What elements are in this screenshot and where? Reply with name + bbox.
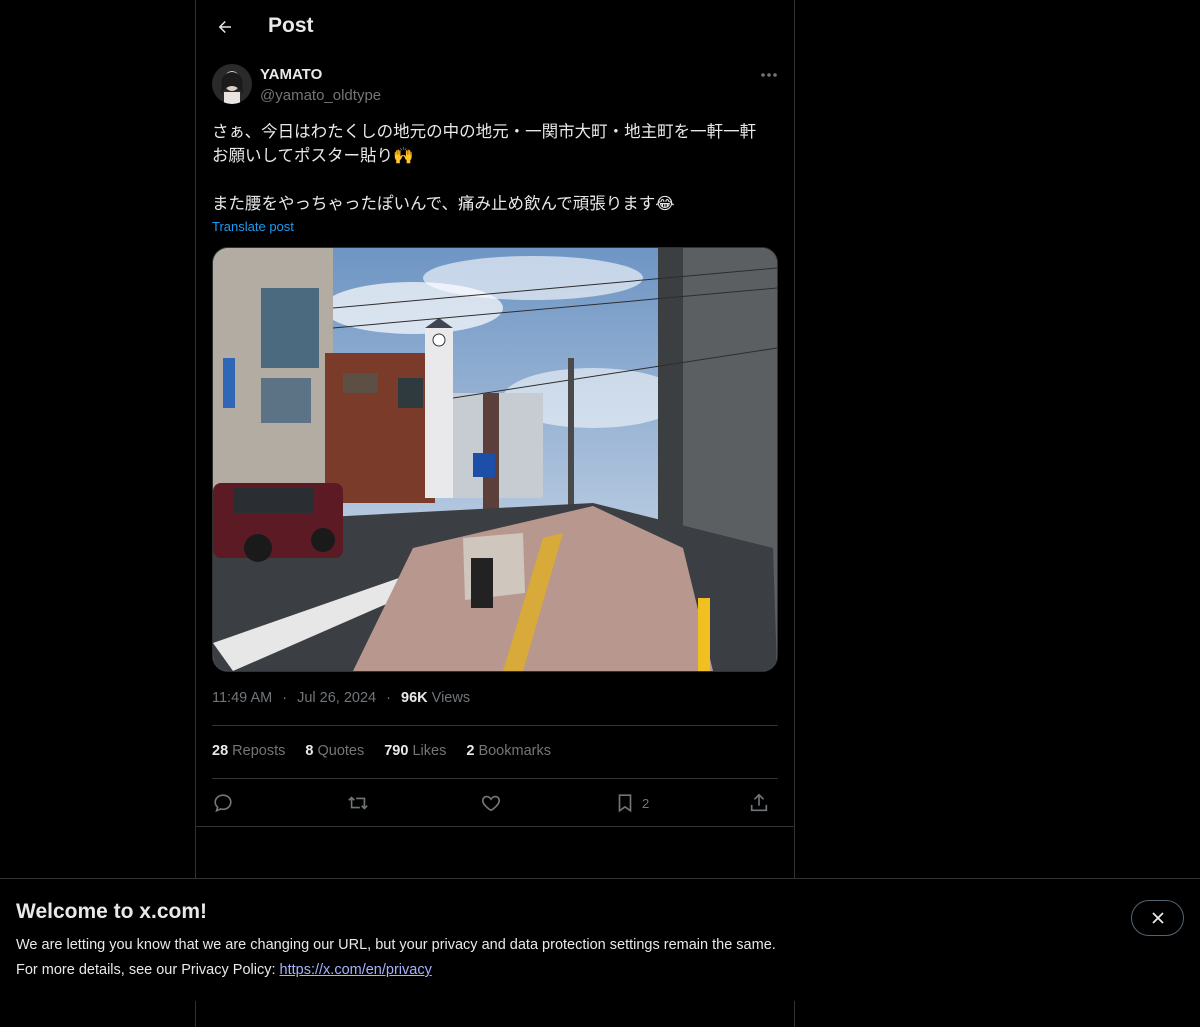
repost-icon	[348, 796, 368, 810]
share-icon	[750, 793, 768, 812]
back-arrow-icon	[218, 21, 231, 33]
bookmarks-count: 2	[466, 743, 475, 759]
divider	[212, 725, 778, 726]
banner-details: For more details, see our Privacy Policy…	[16, 962, 432, 978]
author-handle[interactable]: @yamato_oldtype	[260, 87, 381, 104]
meta-separator: ·	[386, 690, 391, 706]
post-date[interactable]: Jul 26, 2024	[297, 690, 376, 706]
views-count: 96K	[401, 690, 428, 706]
banner-message: We are letting you know that we are chan…	[16, 937, 776, 953]
divider	[196, 826, 794, 827]
post-column: Post YAMATO @yamato_oldtype さぁ、今日はわたくしの地…	[195, 0, 795, 1027]
tweet-line: さぁ、今日はわたくしの地元の中の地元・一関市大町・地主町を一軒一軒	[212, 123, 757, 141]
likes-count: 790	[384, 743, 409, 759]
share-button[interactable]	[748, 788, 770, 818]
tweet-text: さぁ、今日はわたくしの地元の中の地元・一関市大町・地主町を一軒一軒 お願いしてポ…	[212, 120, 778, 216]
street-photo	[213, 248, 777, 671]
privacy-policy-link[interactable]: https://x.com/en/privacy	[280, 962, 432, 978]
tweet-photo[interactable]	[212, 247, 778, 672]
action-bar: 2	[212, 788, 778, 818]
reply-icon	[214, 794, 232, 813]
meta-separator: ·	[282, 690, 288, 706]
like-button[interactable]	[480, 788, 502, 818]
top-bar: Post	[196, 0, 794, 54]
avatar-image	[212, 64, 252, 104]
post-meta: 11:49 AM · Jul 26, 2024 · 96K Views	[212, 690, 470, 706]
engagement-stats: 28 Reposts 8 Quotes 790 Likes 2 Bookmark…	[212, 743, 551, 759]
repost-button[interactable]	[346, 788, 370, 818]
bookmark-button[interactable]: 2	[614, 788, 649, 818]
more-options-button[interactable]	[754, 64, 784, 86]
back-button[interactable]	[210, 12, 240, 42]
reposts-count: 28	[212, 743, 229, 759]
tweet-line: また腰をやっちゃったぽいんで、痛み止め飲んで頑張ります😂	[212, 195, 675, 213]
quotes-stat[interactable]: 8 Quotes	[305, 743, 364, 759]
reposts-label: Reposts	[232, 743, 286, 759]
banner-title: Welcome to x.com!	[16, 900, 207, 923]
divider	[212, 778, 778, 779]
bookmarks-stat[interactable]: 2 Bookmarks	[466, 743, 551, 759]
tweet-line: お願いしてポスター貼り🙌	[212, 147, 414, 165]
translate-post-link[interactable]: Translate post	[212, 219, 294, 234]
views-label: Views	[431, 690, 471, 706]
bookmark-count: 2	[642, 795, 650, 811]
close-icon	[1151, 912, 1164, 924]
page-title: Post	[268, 14, 314, 37]
reply-button[interactable]	[212, 788, 234, 818]
quotes-count: 8	[305, 743, 314, 759]
avatar[interactable]	[212, 64, 252, 104]
reposts-stat[interactable]: 28 Reposts	[212, 743, 285, 759]
bookmark-icon	[618, 794, 632, 813]
heart-icon	[481, 795, 501, 812]
bookmarks-label: Bookmarks	[478, 743, 551, 759]
likes-label: Likes	[412, 743, 447, 759]
likes-stat[interactable]: 790 Likes	[384, 743, 446, 759]
post-time[interactable]: 11:49 AM	[212, 690, 272, 706]
welcome-banner: Welcome to x.com! We are letting you kno…	[0, 878, 1200, 1001]
banner-details-text: For more details, see our Privacy Policy…	[16, 962, 280, 978]
author-name[interactable]: YAMATO	[260, 66, 322, 83]
close-banner-button[interactable]	[1131, 900, 1184, 936]
more-dots-icon	[761, 73, 777, 77]
quotes-label: Quotes	[317, 743, 365, 759]
